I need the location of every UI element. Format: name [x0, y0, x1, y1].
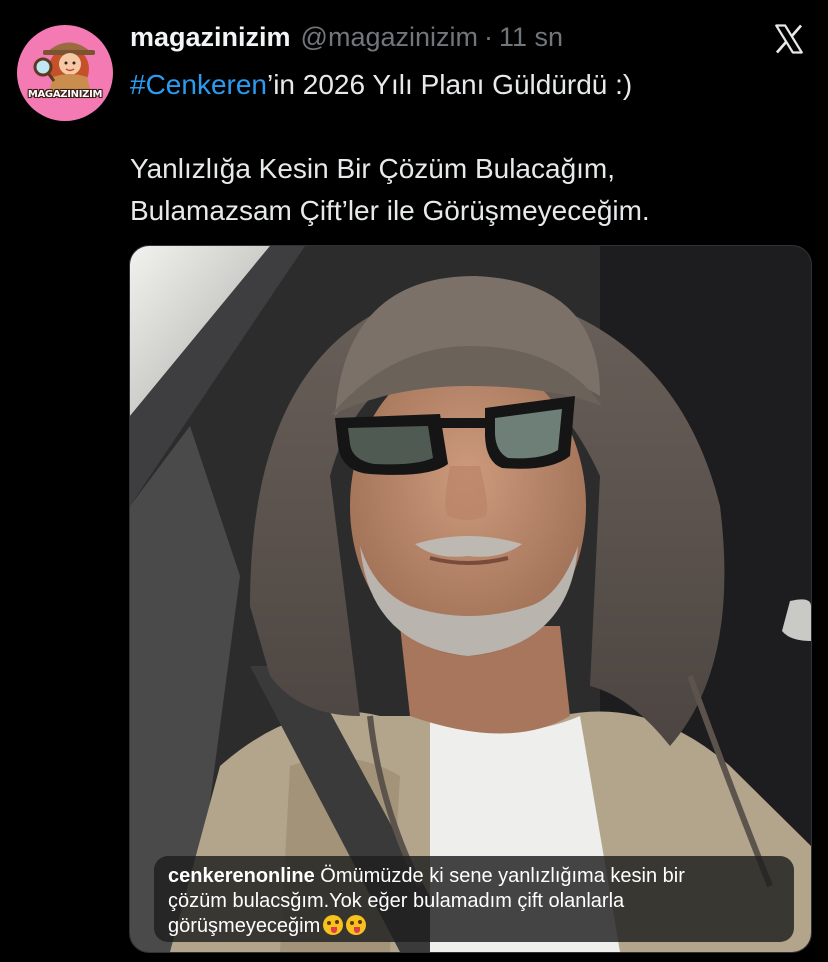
timestamp[interactable]: 11 sn — [499, 22, 563, 53]
comment-text-line-2: çözüm bulacsğım.Yok eğer bulamadım çift … — [168, 890, 625, 912]
tweet-line-2: Yanlızlığa Kesin Bir Çözüm Bulacağım, — [130, 153, 616, 184]
avatar[interactable]: MAGAZINIZIM — [17, 25, 113, 121]
comment-text-line-3: görüşmeyeceğim — [168, 915, 321, 937]
tweet-line-1-text: ’in 2026 Yılı Planı Güldürdü :) — [266, 69, 633, 100]
tweet-media[interactable]: cenkerenonline Ömümüzde ki sene yanlızlı… — [129, 245, 812, 953]
tweet-header: magazinizim @magazinizim · 11 sn — [130, 22, 563, 58]
display-name[interactable]: magazinizim — [130, 22, 291, 53]
instagram-comment-overlay: cenkerenonline Ömümüzde ki sene yanlızlı… — [154, 856, 794, 942]
zany-face-emoji-icon — [323, 915, 344, 935]
hashtag-link[interactable]: #Cenkeren — [130, 69, 267, 100]
selfie-photo — [130, 246, 811, 952]
user-handle[interactable]: @magazinizim — [301, 22, 478, 53]
zany-face-emoji-icon — [346, 915, 367, 935]
comment-text-line-1: Ömümüzde ki sene yanlızlığıma kesin bir — [314, 865, 685, 887]
tweet[interactable]: MAGAZINIZIM magazinizim @magazinizim · 1… — [0, 0, 828, 962]
x-logo-icon[interactable] — [772, 22, 806, 56]
comment-username: cenkerenonline — [168, 865, 315, 887]
tweet-text: #Cenkeren’in 2026 Yılı Planı Güldürdü :)… — [130, 64, 810, 232]
avatar-logo-text: MAGAZINIZIM — [27, 89, 103, 100]
tweet-line-1: #Cenkeren’in 2026 Yılı Planı Güldürdü :) — [130, 64, 810, 106]
separator-dot: · — [484, 22, 493, 52]
tweet-line-3: Bulamazsam Çift’ler ile Görüşmeyeceğim. — [130, 195, 650, 226]
detective-illustration — [33, 42, 95, 93]
